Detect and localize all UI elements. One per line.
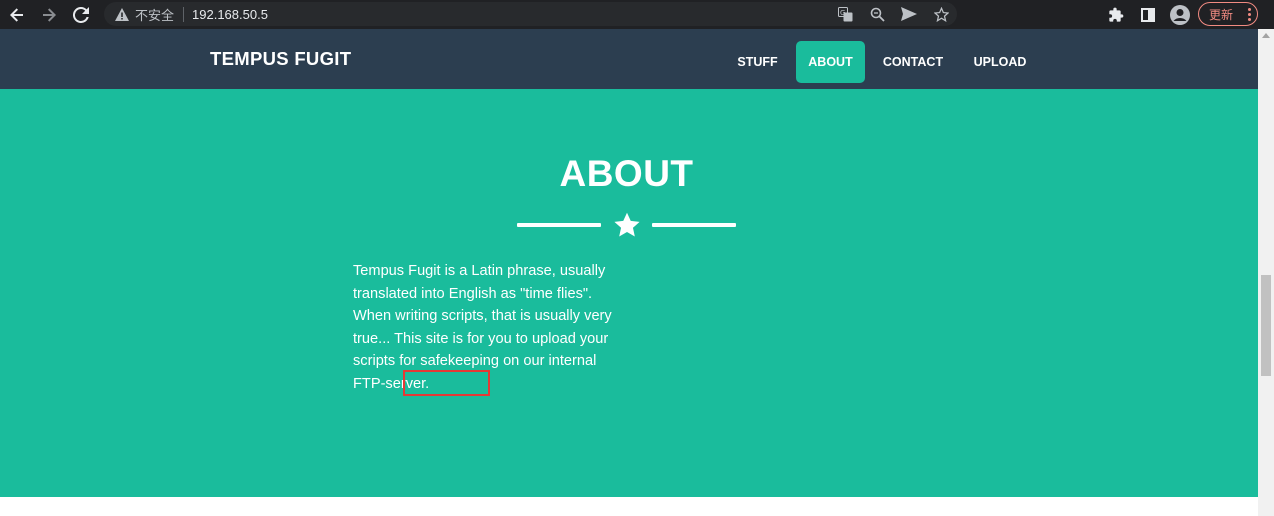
- about-text-main: Tempus Fugit is a Latin phrase, usually …: [353, 263, 612, 369]
- warning-icon: [115, 7, 129, 21]
- forward-icon[interactable]: [38, 4, 60, 26]
- site-brand[interactable]: TEMPUS FUGIT: [210, 48, 351, 70]
- svg-text:G: G: [840, 9, 845, 17]
- send-icon[interactable]: [893, 2, 925, 26]
- update-button[interactable]: 更新: [1198, 2, 1258, 26]
- nav-link-upload[interactable]: UPLOAD: [961, 41, 1039, 83]
- side-panel-icon[interactable]: [1132, 0, 1164, 29]
- scroll-up-icon[interactable]: [1262, 33, 1270, 38]
- browser-toolbar: 不安全 192.168.50.5 G 更新: [0, 0, 1274, 29]
- annotation-highlight-box: [403, 370, 490, 396]
- nav-links: STUFF ABOUT CONTACT UPLOAD: [723, 41, 1039, 83]
- section-title: ABOUT: [559, 153, 694, 194]
- title-divider: [517, 211, 737, 241]
- security-label: 不安全: [135, 8, 175, 24]
- divider-line-right: [652, 223, 736, 227]
- address-actions: G: [829, 2, 957, 26]
- star-icon: [614, 212, 640, 237]
- profile-icon[interactable]: [1164, 0, 1196, 29]
- divider-line-left: [517, 223, 601, 227]
- menu-dots-icon[interactable]: [1248, 7, 1251, 21]
- update-label: 更新: [1209, 7, 1234, 22]
- back-icon[interactable]: [6, 4, 28, 26]
- address-bar[interactable]: 不安全 192.168.50.5 G: [104, 2, 957, 26]
- translate-icon[interactable]: G: [829, 2, 861, 26]
- page-scrollbar[interactable]: [1258, 29, 1274, 516]
- security-indicator[interactable]: 不安全: [115, 5, 174, 24]
- toolbar-actions: [1100, 0, 1196, 29]
- nav-link-stuff[interactable]: STUFF: [723, 41, 792, 83]
- reload-icon[interactable]: [70, 4, 92, 26]
- address-separator: [183, 6, 185, 22]
- bookmark-star-icon[interactable]: [925, 2, 957, 26]
- url-text[interactable]: 192.168.50.5: [192, 7, 268, 22]
- scrollbar-thumb[interactable]: [1261, 275, 1271, 376]
- nav-link-about[interactable]: ABOUT: [796, 41, 865, 83]
- extensions-icon[interactable]: [1100, 0, 1132, 29]
- site-navbar: TEMPUS FUGIT STUFF ABOUT CONTACT UPLOAD: [0, 29, 1258, 89]
- page-viewport: TEMPUS FUGIT STUFF ABOUT CONTACT UPLOAD …: [0, 29, 1258, 516]
- nav-link-contact[interactable]: CONTACT: [865, 41, 961, 83]
- about-section: ABOUT Tempus Fugit is a Latin phrase, us…: [0, 89, 1258, 497]
- zoom-icon[interactable]: [861, 2, 893, 26]
